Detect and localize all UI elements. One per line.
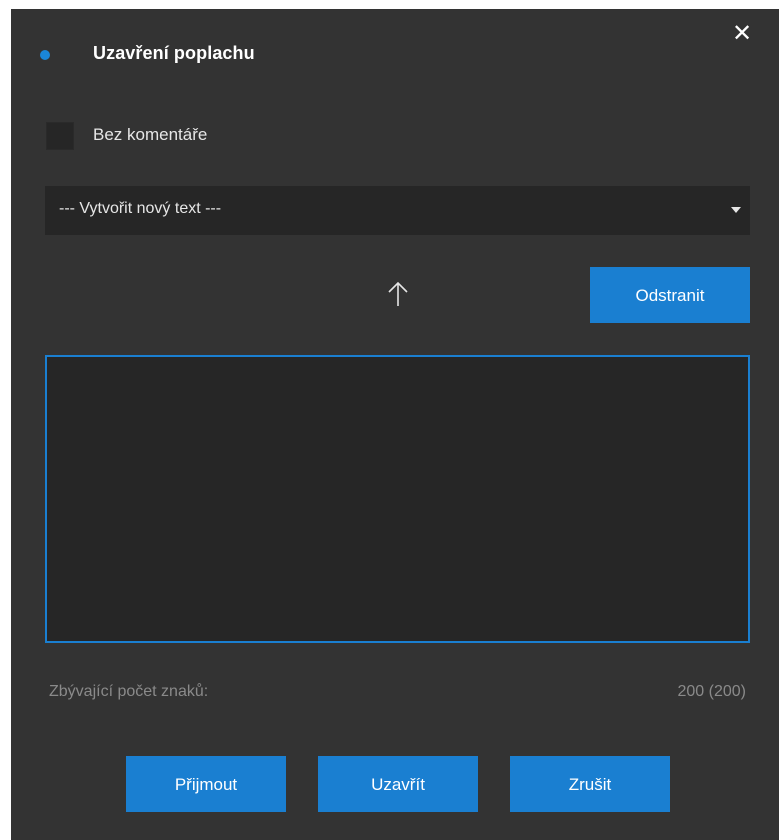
comment-textarea[interactable]	[45, 355, 750, 643]
accept-button[interactable]: Přijmout	[126, 756, 286, 812]
close-icon[interactable]: ✕	[729, 21, 755, 47]
cancel-button[interactable]: Zrušit	[510, 756, 670, 812]
alarm-close-dialog: Uzavření poplachu ✕ Bez komentáře --- Vy…	[11, 9, 779, 840]
remaining-chars-value: 200 (200)	[677, 683, 747, 700]
remove-button[interactable]: Odstranit	[590, 267, 750, 323]
close-alarm-button[interactable]: Uzavřít	[318, 756, 478, 812]
arrow-up-icon[interactable]	[386, 279, 410, 309]
remaining-chars-label: Zbývající počet znaků:	[49, 683, 209, 700]
template-select[interactable]: --- Vytvořit nový text ---	[45, 186, 750, 235]
no-comment-label: Bez komentáře	[93, 125, 208, 144]
dialog-title: Uzavření poplachu	[93, 43, 255, 63]
status-dot	[40, 50, 50, 60]
template-select-value: --- Vytvořit nový text ---	[59, 200, 222, 217]
chevron-down-icon	[731, 207, 741, 213]
no-comment-checkbox[interactable]	[46, 122, 74, 150]
